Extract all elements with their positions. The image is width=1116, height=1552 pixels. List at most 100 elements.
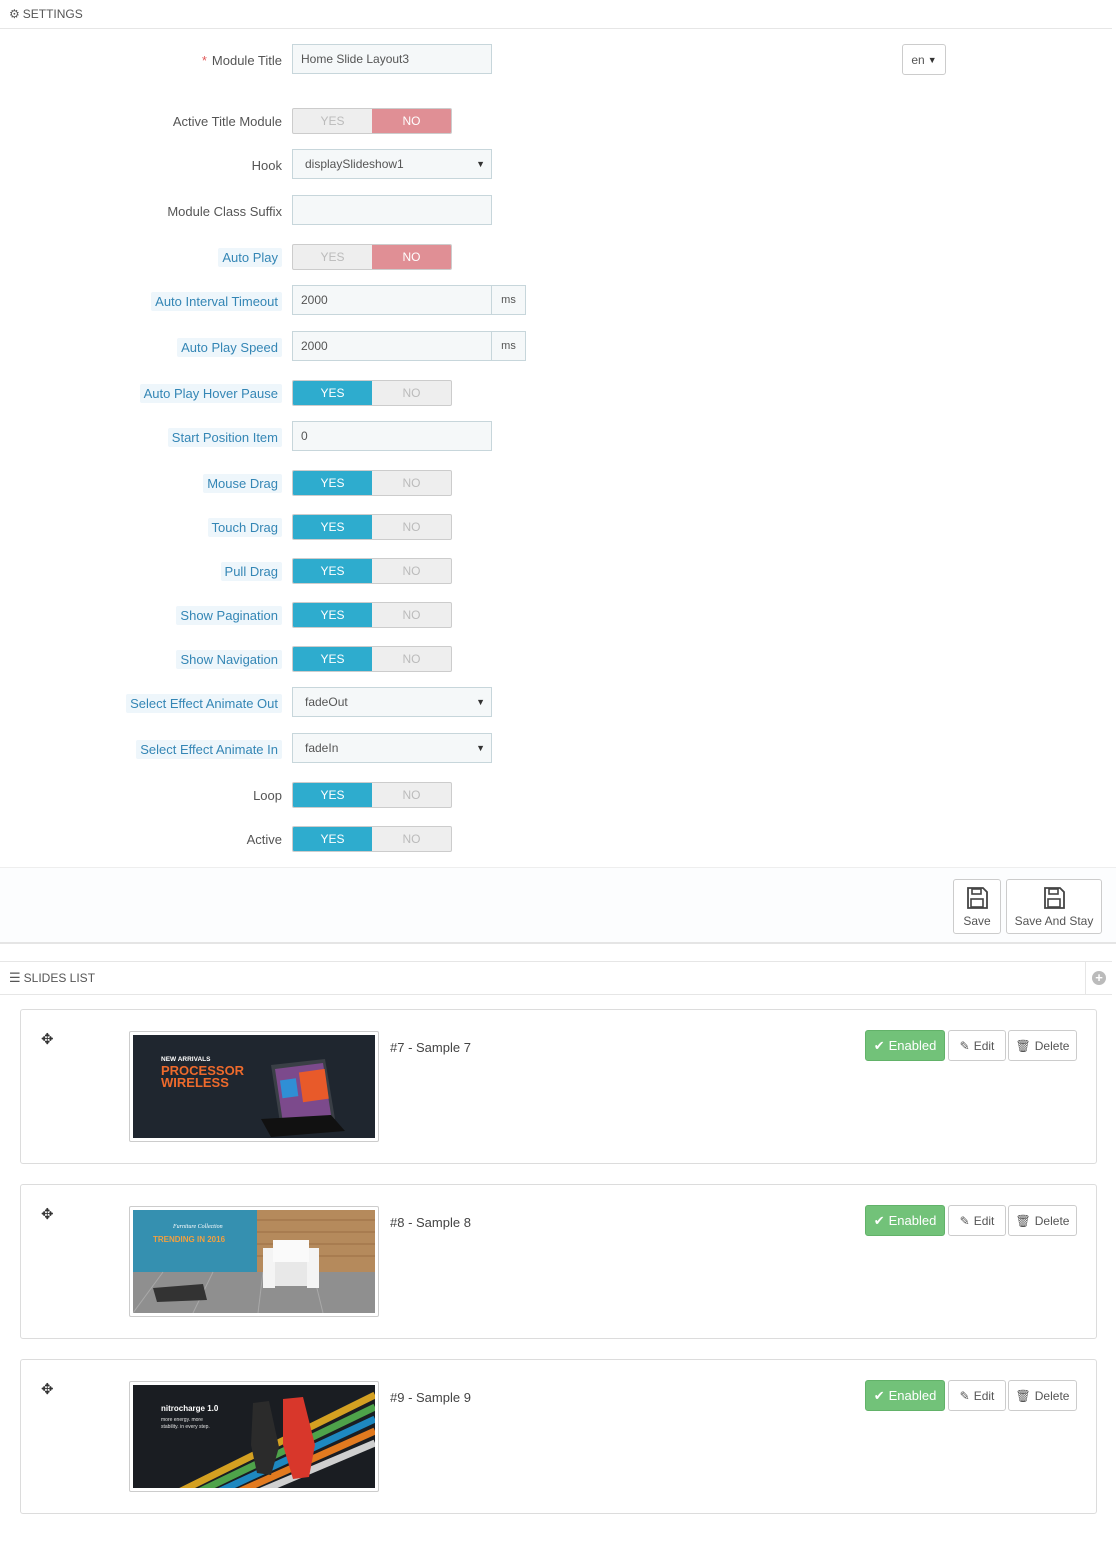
switch-yes[interactable]: YES <box>293 471 372 495</box>
touch-drag-switch[interactable]: YES NO <box>292 514 452 540</box>
add-slide-button[interactable]: + <box>1085 962 1112 994</box>
label-class-suffix: Module Class Suffix <box>167 195 282 227</box>
label-pull-drag: Pull Drag <box>220 555 282 587</box>
switch-yes[interactable]: YES <box>293 647 372 671</box>
move-icon[interactable]: ✥ <box>41 1380 54 1398</box>
slide-title: #8 - Sample 8 <box>390 1215 471 1230</box>
label-touch-drag: Touch Drag <box>207 511 282 543</box>
switch-no[interactable]: NO <box>372 381 451 405</box>
switch-no[interactable]: NO <box>372 647 451 671</box>
effect-out-field: fadeOut ▼ <box>292 687 492 717</box>
select-value: displaySlideshow1 <box>305 157 404 171</box>
enabled-button[interactable]: ✔ Enabled <box>865 1030 945 1061</box>
switch-no[interactable]: NO <box>372 471 451 495</box>
enabled-button[interactable]: ✔ Enabled <box>865 1205 945 1236</box>
delete-button[interactable]: 🗑 Delete <box>1008 1380 1077 1411</box>
switch-yes[interactable]: YES <box>293 783 372 807</box>
switch-no[interactable]: NO <box>372 109 451 133</box>
delete-button[interactable]: 🗑 Delete <box>1008 1030 1077 1061</box>
show-pagination-switch[interactable]: YES NO <box>292 602 452 628</box>
auto-interval-input[interactable] <box>292 285 491 315</box>
active-title-switch[interactable]: YES NO <box>292 108 452 134</box>
module-title-input[interactable] <box>292 44 492 74</box>
save-and-stay-label: Save And Stay <box>1014 913 1094 928</box>
active-field: YES NO <box>292 826 452 856</box>
pull-drag-field: YES NO <box>292 558 452 588</box>
slide-item: ✥ Furniture Collection TRENDING IN 2016 … <box>20 1184 1097 1339</box>
auto-speed-input[interactable] <box>292 331 491 361</box>
switch-no[interactable]: NO <box>372 245 451 269</box>
slide-title: #9 - Sample 9 <box>390 1390 471 1405</box>
row-active-title: Active Title Module YES NO <box>0 105 1116 137</box>
hover-pause-switch[interactable]: YES NO <box>292 380 452 406</box>
delete-label: Delete <box>1034 1388 1070 1403</box>
label-text: Loop <box>253 787 282 803</box>
mouse-drag-switch[interactable]: YES NO <box>292 470 452 496</box>
switch-no[interactable]: NO <box>372 783 451 807</box>
switch-no[interactable]: NO <box>372 827 451 851</box>
hook-select[interactable]: displaySlideshow1 ▼ <box>292 149 492 179</box>
row-effect-in: Select Effect Animate In fadeIn ▼ <box>0 733 1116 765</box>
edit-button[interactable]: ✎ Edit <box>948 1030 1006 1061</box>
label-auto-speed: Auto Play Speed <box>177 331 282 363</box>
switch-yes[interactable]: YES <box>293 559 372 583</box>
hook-field: displaySlideshow1 ▼ <box>292 149 492 179</box>
switch-yes[interactable]: YES <box>293 245 372 269</box>
switch-yes[interactable]: YES <box>293 109 372 133</box>
label-loop: Loop <box>253 779 282 811</box>
move-icon[interactable]: ✥ <box>41 1030 54 1048</box>
switch-no[interactable]: NO <box>372 603 451 627</box>
show-pagination-field: YES NO <box>292 602 452 632</box>
auto-play-switch[interactable]: YES NO <box>292 244 452 270</box>
show-navigation-switch[interactable]: YES NO <box>292 646 452 672</box>
slide-thumbnail: nitrocharge 1.0 more energy. more stabil… <box>129 1381 379 1492</box>
trash-icon: 🗑 <box>1015 1213 1031 1228</box>
edit-button[interactable]: ✎ Edit <box>948 1205 1006 1236</box>
loop-switch[interactable]: YES NO <box>292 782 452 808</box>
effect-in-select[interactable]: fadeIn ▼ <box>292 733 492 763</box>
enabled-label: Enabled <box>888 1388 937 1403</box>
switch-yes[interactable]: YES <box>293 603 372 627</box>
pull-drag-switch[interactable]: YES NO <box>292 558 452 584</box>
label-show-pagination: Show Pagination <box>176 599 282 631</box>
trash-icon: 🗑 <box>1015 1038 1031 1053</box>
save-label: Save <box>963 913 991 928</box>
move-icon[interactable]: ✥ <box>41 1205 54 1223</box>
start-position-field <box>292 421 492 451</box>
switch-yes[interactable]: YES <box>293 827 372 851</box>
check-icon: ✔ <box>873 1037 885 1053</box>
switch-no[interactable]: NO <box>372 559 451 583</box>
save-button[interactable]: Save <box>953 879 1001 934</box>
edit-button[interactable]: ✎ Edit <box>948 1380 1006 1411</box>
switch-yes[interactable]: YES <box>293 515 372 539</box>
settings-footer: Save Save And Stay <box>0 867 1116 944</box>
active-switch[interactable]: YES NO <box>292 826 452 852</box>
effect-out-select[interactable]: fadeOut ▼ <box>292 687 492 717</box>
row-module-title: * Module Title <box>0 44 1116 76</box>
touch-drag-field: YES NO <box>292 514 452 544</box>
label-text: Module Title <box>211 52 282 68</box>
enabled-button[interactable]: ✔ Enabled <box>865 1380 945 1411</box>
save-and-stay-button[interactable]: Save And Stay <box>1006 879 1102 934</box>
switch-yes[interactable]: YES <box>293 381 372 405</box>
slide-thumbnail: Furniture Collection TRENDING IN 2016 <box>129 1206 379 1317</box>
row-active: Active YES NO <box>0 823 1116 855</box>
switch-no[interactable]: NO <box>372 515 451 539</box>
thumb-line2: more energy. more <box>161 1417 203 1423</box>
start-position-input[interactable] <box>292 421 492 451</box>
delete-label: Delete <box>1034 1213 1070 1228</box>
thumb-line1: nitrocharge 1.0 <box>161 1404 219 1413</box>
active-title-field: YES NO <box>292 108 452 138</box>
select-value: fadeIn <box>305 741 339 755</box>
row-auto-interval: Auto Interval Timeout ms <box>0 285 1116 317</box>
label-start-position: Start Position Item <box>167 421 282 453</box>
slide-image: Furniture Collection TRENDING IN 2016 <box>133 1210 375 1313</box>
label-text: Active <box>246 831 282 847</box>
mouse-drag-field: YES NO <box>292 470 452 500</box>
show-navigation-field: YES NO <box>292 646 452 676</box>
label-text: Auto Interval Timeout <box>151 291 282 311</box>
class-suffix-input[interactable] <box>292 195 492 225</box>
edit-icon: ✎ <box>959 1388 970 1403</box>
caret-down-icon: ▼ <box>476 697 485 707</box>
delete-button[interactable]: 🗑 Delete <box>1008 1205 1077 1236</box>
